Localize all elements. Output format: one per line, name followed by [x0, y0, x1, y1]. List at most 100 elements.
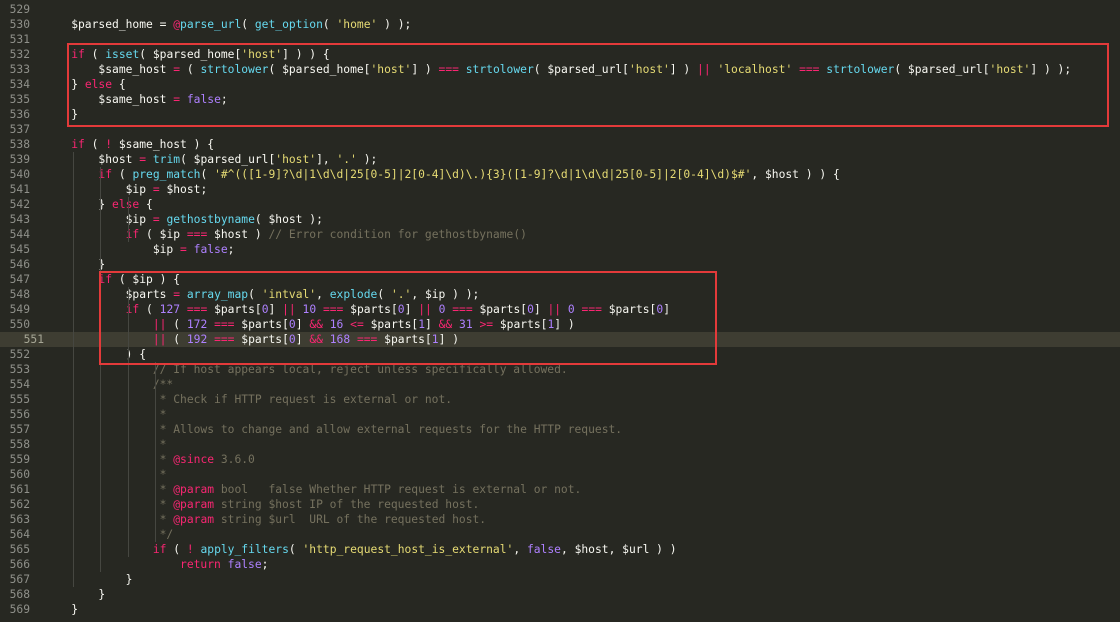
line-number: 566 — [0, 557, 30, 572]
line-number: 541 — [0, 182, 30, 197]
code-line[interactable]: if ( ! apply_filters( 'http_request_host… — [44, 542, 1120, 557]
code-line[interactable]: * — [44, 467, 1120, 482]
code-line[interactable]: $ip = false; — [44, 242, 1120, 257]
code-line[interactable]: if ( ! $same_host ) { — [44, 137, 1120, 152]
code-token: $ip — [44, 213, 153, 226]
code-token: 'home' — [336, 18, 378, 31]
line-number: 560 — [0, 467, 30, 482]
line-number-text: 552 — [9, 348, 30, 361]
code-line[interactable]: } — [44, 257, 1120, 272]
code-line[interactable]: * @param string $host IP of the requeste… — [44, 497, 1120, 512]
code-token: } — [44, 198, 113, 211]
code-line[interactable]: $ip = gethostbyname( $host ); — [44, 212, 1120, 227]
indent-guide — [127, 197, 129, 242]
line-number: 564 — [0, 527, 30, 542]
code-line[interactable]: * Check if HTTP request is external or n… — [44, 392, 1120, 407]
line-number: 549 — [0, 302, 30, 317]
code-token: 'http_request_host_is_external' — [302, 543, 514, 556]
code-line[interactable]: /** — [44, 377, 1120, 392]
line-number-text: 558 — [9, 438, 30, 451]
line-number-text: 567 — [9, 573, 30, 586]
code-line[interactable]: } else { — [44, 197, 1120, 212]
line-number-text: 546 — [9, 258, 30, 271]
code-token: * Allows to change and allow external re… — [159, 423, 623, 436]
line-number-text: 569 — [9, 603, 30, 616]
code-line[interactable]: * @param bool false Whether HTTP request… — [44, 482, 1120, 497]
code-token: // Error condition for gethostbyname() — [268, 228, 527, 241]
code-line[interactable]: if ( $ip === $host ) // Error condition … — [44, 227, 1120, 242]
code-line[interactable]: */ — [44, 527, 1120, 542]
line-number: 546 — [0, 257, 30, 272]
line-number-text: 549 — [9, 303, 30, 316]
code-token: , — [513, 543, 527, 556]
line-number-text: 539 — [9, 153, 30, 166]
code-token: @param — [173, 483, 215, 496]
line-number: 553 — [0, 362, 30, 377]
code-line[interactable]: } — [44, 602, 1120, 617]
code-line[interactable]: $host = trim( $parsed_url['host'], '.' )… — [44, 152, 1120, 167]
code-token: ); — [356, 153, 378, 166]
line-number: 542 — [0, 197, 30, 212]
line-number-text: 553 — [9, 363, 30, 376]
line-number-text: 561 — [9, 483, 30, 496]
line-number-text: 533 — [9, 63, 30, 76]
line-number: 563 — [0, 512, 30, 527]
code-token: * — [159, 483, 174, 496]
code-line[interactable]: $ip = $host; — [44, 182, 1120, 197]
code-line[interactable]: * — [44, 407, 1120, 422]
line-number: 565 — [0, 542, 30, 557]
code-token: ( $parsed_url[ — [180, 153, 276, 166]
line-number-text: 563 — [9, 513, 30, 526]
code-token: ], — [316, 153, 337, 166]
line-number-text: 564 — [9, 528, 30, 541]
line-number-text: 544 — [9, 228, 30, 241]
code-line[interactable]: $parsed_home = @parse_url( get_option( '… — [44, 17, 1120, 32]
code-token: ( — [200, 168, 215, 181]
code-token: === — [186, 228, 208, 241]
line-number-text: 535 — [9, 93, 30, 106]
code-line[interactable]: * Allows to change and allow external re… — [44, 422, 1120, 437]
code-line[interactable] — [44, 2, 1120, 17]
line-number-text: 555 — [9, 393, 30, 406]
code-token: } — [44, 603, 79, 616]
line-number: 531 — [0, 32, 30, 47]
code-token: } — [44, 573, 133, 586]
indent-guide — [73, 152, 75, 587]
line-number-text: 530 — [9, 18, 30, 31]
line-number: 556 — [0, 407, 30, 422]
code-token: string $url URL of the requested host. — [214, 513, 487, 526]
code-token: $same_host ) { — [112, 138, 215, 151]
code-token: '.' — [336, 153, 357, 166]
code-line[interactable]: * @since 3.6.0 — [44, 452, 1120, 467]
code-token: $host; — [159, 183, 208, 196]
line-number-text: 547 — [9, 273, 30, 286]
code-line[interactable]: * @param string $url URL of the requeste… — [44, 512, 1120, 527]
code-token: * — [159, 408, 167, 421]
highlight-box-2 — [99, 271, 717, 365]
code-line[interactable]: } — [44, 572, 1120, 587]
code-line[interactable]: } — [44, 587, 1120, 602]
code-editor[interactable]: 529 530 531 532 533 534 535 536 537 538 539 540 541 5… — [0, 0, 1120, 622]
code-token: { — [139, 198, 153, 211]
code-line[interactable]: if ( preg_match( '#^(([1-9]?\d|1\d\d|25[… — [44, 167, 1120, 182]
code-line[interactable]: return false; — [44, 557, 1120, 572]
code-token: ) ); — [377, 18, 412, 31]
code-token: ( — [166, 543, 187, 556]
code-token: } — [44, 588, 106, 601]
line-number: 532 — [0, 47, 30, 62]
line-number-text: 565 — [9, 543, 30, 556]
line-number-text: 557 — [9, 423, 30, 436]
code-line[interactable]: * — [44, 437, 1120, 452]
line-number: 547 — [0, 272, 30, 287]
code-token: string $host IP of the requested host. — [214, 498, 480, 511]
line-number: 545 — [0, 242, 30, 257]
